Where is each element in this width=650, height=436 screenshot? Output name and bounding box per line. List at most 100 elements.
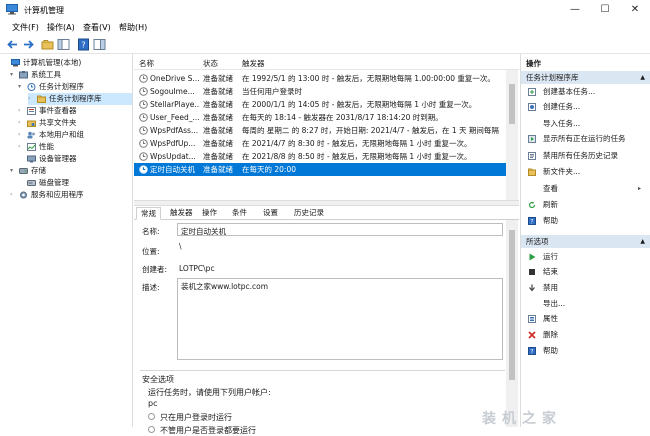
detail-scrollbar[interactable]: [506, 220, 518, 427]
tree-item-storage[interactable]: ▾ 存储: [10, 165, 132, 177]
toolbar: ?: [0, 35, 650, 54]
shared-folder-icon: [27, 120, 36, 127]
tree-item-label: 服务和应用程序: [31, 190, 84, 199]
tree-item-performance[interactable]: › 性能: [18, 141, 132, 153]
radio-run-whether-logged-on[interactable]: [148, 426, 155, 433]
actions-section-selected[interactable]: 所选项 ▲: [521, 235, 650, 248]
tree-expander[interactable]: ▾: [18, 81, 25, 93]
task-row[interactable]: User_Feed_... 准备就绪 在每天的 18:14 - 触发器在 203…: [134, 111, 506, 124]
task-name-field[interactable]: 定时自动关机: [177, 223, 503, 236]
tree-expander[interactable]: ▾: [10, 165, 17, 177]
task-name: StellarPlaye...: [150, 100, 200, 109]
task-row[interactable]: OneDrive S... 准备就绪 在 1992/5/1 的 13:00 时 …: [134, 72, 506, 85]
tab-actions[interactable]: 操作: [198, 207, 221, 220]
menu-view[interactable]: 查看(V): [83, 22, 111, 33]
tree-item-computer-management[interactable]: 计算机管理(本地): [2, 57, 132, 69]
action-run[interactable]: 运行: [521, 251, 650, 263]
action-export[interactable]: 导出...: [521, 298, 650, 310]
tab-history[interactable]: 历史记录: [290, 207, 328, 220]
tab-triggers[interactable]: 触发器: [166, 207, 197, 220]
task-row[interactable]: WpsPdfAss... 准备就绪 每周的 星期二 的 8:27 时，开始日期:…: [134, 124, 506, 137]
history-icon: [528, 152, 536, 160]
tree-expander[interactable]: ›: [10, 189, 17, 201]
tree-expander[interactable]: ›: [18, 141, 25, 153]
action-label: 创建任务...: [543, 102, 581, 111]
tree-expander[interactable]: ›: [18, 129, 25, 141]
task-row[interactable]: StellarPlaye... 准备就绪 在 2000/1/1 的 14:05 …: [134, 98, 506, 111]
tab-conditions[interactable]: 条件: [228, 207, 251, 220]
disable-icon: [529, 284, 535, 292]
action-delete[interactable]: 删除: [521, 329, 650, 341]
menu-help[interactable]: 帮助(H): [119, 22, 147, 33]
tree-item-system-tools[interactable]: ▾ 系统工具: [10, 69, 132, 81]
action-disable[interactable]: 禁用: [521, 282, 650, 294]
tree-item-device-manager[interactable]: 设备管理器: [18, 153, 132, 165]
forward-arrow-icon[interactable]: [22, 38, 35, 51]
description-field[interactable]: 装机之家www.lotpc.com: [177, 278, 503, 360]
collapse-up-icon[interactable]: ▲: [640, 235, 645, 248]
action-show-running-tasks[interactable]: 显示所有正在运行的任务: [521, 133, 650, 145]
tree-item-task-scheduler-library[interactable]: › 任务计划程序库: [28, 93, 132, 105]
folder-icon: [37, 95, 46, 103]
task-status: 准备就绪: [203, 113, 233, 122]
help-book-icon[interactable]: ?: [77, 38, 90, 51]
scrollbar-thumb[interactable]: [509, 230, 515, 380]
properties-panel-icon[interactable]: [93, 38, 106, 51]
task-row[interactable]: WpsUpdat... 准备就绪 在 2021/8/8 的 8:50 时 - 触…: [134, 150, 506, 163]
tree-item-local-users-groups[interactable]: › 本地用户和组: [18, 129, 132, 141]
services-icon: [20, 191, 27, 199]
action-label: 禁用: [543, 283, 558, 292]
author-value: LOTPC\pc: [179, 264, 215, 273]
action-properties[interactable]: 属性: [521, 313, 650, 325]
tree-expander[interactable]: ›: [28, 93, 35, 105]
action-create-basic-task[interactable]: 创建基本任务...: [521, 86, 650, 98]
device-icon: [27, 155, 36, 163]
menu-action[interactable]: 操作(A): [47, 22, 75, 33]
action-help-selected[interactable]: ? 帮助: [521, 345, 650, 357]
tree-item-task-scheduler[interactable]: ▾ 任务计划程序: [18, 81, 132, 93]
actions-section-library[interactable]: 任务计划程序库 ▲: [521, 71, 650, 84]
task-list-scrollbar[interactable]: [506, 70, 518, 200]
task-row[interactable]: WpsPdfUp... 准备就绪 在 2021/4/7 的 8:30 时 - 触…: [134, 137, 506, 150]
tree-expander[interactable]: ›: [18, 105, 25, 117]
action-create-task[interactable]: 创建任务...: [521, 101, 650, 113]
action-disable-history[interactable]: 禁用所有任务历史记录: [521, 150, 650, 162]
menu-file[interactable]: 文件(F): [12, 22, 39, 33]
tab-general[interactable]: 常规: [136, 207, 161, 220]
action-help[interactable]: ? 帮助: [521, 215, 650, 227]
column-header-name[interactable]: 名称: [139, 58, 154, 69]
back-arrow-icon[interactable]: [6, 38, 19, 51]
tree-item-disk-management[interactable]: 磁盘管理: [18, 177, 132, 189]
close-button[interactable]: ✕: [620, 0, 650, 20]
radio-run-when-logged-on[interactable]: [148, 413, 155, 420]
collapse-up-icon[interactable]: ▲: [640, 71, 645, 84]
tab-settings[interactable]: 设置: [259, 207, 282, 220]
tree-expander[interactable]: ▾: [10, 69, 17, 81]
tree-item-shared-folders[interactable]: › 共享文件夹: [18, 117, 132, 129]
help-icon: ?: [528, 217, 536, 225]
column-header-status[interactable]: 状态: [203, 58, 218, 69]
tree-item-event-viewer[interactable]: › 事件查看器: [18, 105, 132, 117]
tree-expander[interactable]: ›: [18, 117, 25, 129]
action-view[interactable]: 查看 ▸: [521, 183, 650, 195]
scrollbar-thumb[interactable]: [509, 84, 515, 124]
action-refresh[interactable]: 刷新: [521, 199, 650, 211]
task-trigger: 在 2021/4/7 的 8:30 时 - 触发后，无限期地每隔 1 小时 重复…: [242, 139, 472, 148]
action-new-folder[interactable]: 新文件夹...: [521, 166, 650, 178]
maximize-button[interactable]: ☐: [590, 0, 620, 20]
tree-item-label: 磁盘管理: [39, 178, 69, 187]
up-folder-icon[interactable]: [41, 38, 54, 51]
task-clock-icon: [139, 87, 148, 96]
show-hide-tree-icon[interactable]: [57, 38, 70, 51]
minimize-button[interactable]: —: [560, 0, 590, 20]
task-clock-icon: [139, 113, 148, 122]
action-import-task[interactable]: 导入任务...: [521, 118, 650, 130]
task-row[interactable]: SogouIme... 准备就绪 当任何用户登录时: [134, 85, 506, 98]
action-end[interactable]: 结束: [521, 266, 650, 278]
run-as-label: 运行任务时，请使用下列用户帐户:: [148, 388, 271, 397]
column-header-trigger[interactable]: 触发器: [242, 58, 265, 69]
tree-item-services-applications[interactable]: › 服务和应用程序: [10, 189, 132, 201]
task-row-selected[interactable]: 定时自动关机 准备就绪 在每天的 20:00: [134, 163, 506, 176]
task-pane: 名称 状态 触发器 OneDrive S... 准备就绪 在 1992/5/1 …: [134, 54, 519, 435]
tree-item-label: 存储: [31, 166, 46, 175]
